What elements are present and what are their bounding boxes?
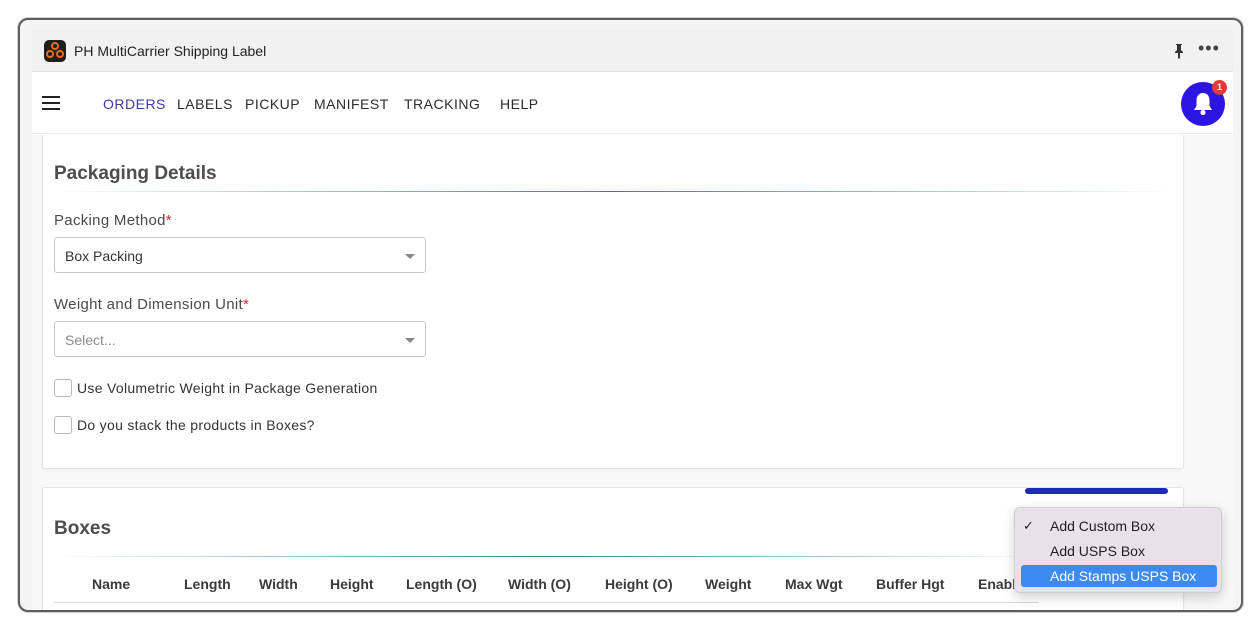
- column-header-width-outer[interactable]: Width (O): [508, 576, 571, 592]
- volumetric-weight-label: Use Volumetric Weight in Package Generat…: [77, 380, 378, 396]
- weight-unit-placeholder: Select...: [65, 332, 116, 348]
- volumetric-weight-checkbox[interactable]: [54, 379, 72, 397]
- stack-products-label: Do you stack the products in Boxes?: [77, 417, 315, 433]
- notification-badge: 1: [1212, 80, 1227, 95]
- table-header-border: [54, 602, 1039, 603]
- checkmark-icon: ✓: [1023, 518, 1034, 533]
- column-header-width[interactable]: Width: [259, 576, 298, 592]
- menu-item-add-custom-box[interactable]: ✓ Add Custom Box: [1021, 515, 1217, 537]
- boxes-card: Boxes Name Length Width Height Length (O…: [42, 487, 1184, 610]
- column-header-length-outer[interactable]: Length (O): [406, 576, 477, 592]
- packing-method-label: Packing Method*: [54, 212, 172, 229]
- pin-icon[interactable]: [1171, 42, 1187, 60]
- column-header-height-outer[interactable]: Height (O): [605, 576, 673, 592]
- menu-item-add-stamps-usps-box[interactable]: Add Stamps USPS Box: [1021, 565, 1217, 587]
- add-box-button[interactable]: [1025, 488, 1168, 494]
- column-header-length[interactable]: Length: [184, 576, 231, 592]
- column-header-enabled[interactable]: Enabl: [978, 576, 1016, 592]
- add-box-dropdown-menu: ✓ Add Custom Box Add USPS Box Add Stamps…: [1014, 507, 1222, 593]
- bell-icon: [1194, 93, 1212, 116]
- nav-help[interactable]: HELP: [500, 96, 539, 112]
- chevron-down-icon: [405, 254, 415, 259]
- boxes-title: Boxes: [54, 518, 112, 539]
- more-options-icon[interactable]: •••: [1198, 39, 1219, 60]
- packaging-details-card: Packaging Details Packing Method* Box Pa…: [42, 135, 1184, 469]
- weight-unit-select[interactable]: Select...: [54, 321, 426, 357]
- column-header-max-weight[interactable]: Max Wgt: [785, 576, 843, 592]
- nav-manifest[interactable]: MANIFEST: [314, 96, 389, 112]
- nav-pickup[interactable]: PICKUP: [245, 96, 300, 112]
- column-header-height[interactable]: Height: [330, 576, 374, 592]
- menu-icon[interactable]: [42, 96, 60, 110]
- nav-orders[interactable]: ORDERS: [103, 96, 166, 112]
- title-bar: PH MultiCarrier Shipping Label •••: [32, 30, 1233, 72]
- column-header-name[interactable]: Name: [92, 576, 130, 592]
- nav-tracking[interactable]: TRACKING: [404, 96, 480, 112]
- weight-unit-label: Weight and Dimension Unit*: [54, 296, 250, 313]
- column-header-buffer-height[interactable]: Buffer Hgt: [876, 576, 944, 592]
- menu-item-add-usps-box[interactable]: Add USPS Box: [1021, 540, 1217, 562]
- nav-labels[interactable]: LABELS: [177, 96, 233, 112]
- packaging-details-title: Packaging Details: [54, 163, 217, 184]
- section-divider: [54, 556, 1039, 557]
- app-logo-icon: [44, 40, 66, 62]
- column-header-weight[interactable]: Weight: [705, 576, 751, 592]
- section-divider: [54, 191, 1172, 192]
- app-title: PH MultiCarrier Shipping Label: [74, 43, 267, 59]
- packing-method-select[interactable]: Box Packing: [54, 237, 426, 273]
- stack-products-checkbox[interactable]: [54, 416, 72, 434]
- packing-method-value: Box Packing: [65, 248, 143, 264]
- top-navigation: ORDERS LABELS PICKUP MANIFEST TRACKING H…: [32, 72, 1233, 134]
- chevron-down-icon: [405, 338, 415, 343]
